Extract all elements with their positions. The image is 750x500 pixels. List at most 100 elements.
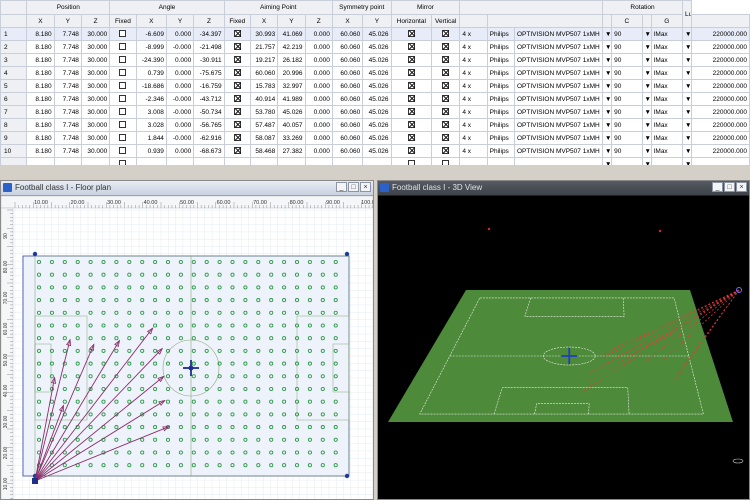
new-row[interactable]: ▼ ▼ ▼ (0, 157, 750, 165)
chevron-down-icon[interactable]: ▼ (645, 57, 651, 64)
table-row[interactable]: 5 8.180 7.748 30.000 -18.686 0.000 -16.759 15.7… (0, 79, 750, 93)
chevron-down-icon[interactable]: ▼ (685, 122, 691, 129)
chevron-down-icon[interactable]: ▼ (685, 96, 691, 103)
chevron-down-icon[interactable]: ▼ (605, 109, 611, 116)
luminous-flux-cell[interactable]: 220000.000 (691, 40, 750, 54)
position-z-cell[interactable]: 30.000 (80, 92, 111, 106)
col-rotation-g[interactable]: G (650, 14, 683, 28)
aim-x-cell[interactable]: 15.783 (249, 79, 279, 93)
angle-fixed-checkbox[interactable] (119, 56, 127, 64)
position-x-cell[interactable]: 8.180 (26, 27, 55, 41)
3d-view-canvas[interactable] (378, 196, 749, 500)
position-y-cell[interactable]: 7.748 (53, 118, 82, 132)
model-cell[interactable]: OPTIVISION MVP507 1xMH (513, 27, 604, 41)
empty-cell[interactable] (513, 157, 604, 165)
quantity-cell[interactable]: 4 x (459, 118, 488, 132)
angle-z-cell[interactable]: -56.765 (193, 118, 225, 132)
col-mirror-vertical[interactable]: Vertical (431, 14, 461, 28)
luminous-flux-cell[interactable]: 220000.000 (691, 105, 750, 119)
brand-cell[interactable]: Philips (486, 105, 515, 119)
aim-fixed-checkbox-cell[interactable] (223, 79, 251, 93)
position-z-cell[interactable]: 30.000 (80, 118, 111, 132)
rotation-c-cell[interactable]: 90 (611, 144, 643, 158)
rotation-c-dropdown[interactable]: ▼ (641, 53, 652, 67)
sym-x-cell[interactable]: 60.060 (331, 66, 364, 80)
position-x-cell[interactable]: 8.180 (26, 40, 55, 54)
empty-cell[interactable] (193, 157, 225, 165)
mirror-vertical-checkbox[interactable] (442, 82, 450, 90)
mirror-horizontal-checkbox[interactable] (407, 30, 415, 38)
aim-y-cell[interactable]: 42.219 (277, 40, 306, 54)
sym-y-cell[interactable]: 45.026 (362, 66, 392, 80)
mirror-horizontal-checkbox[interactable] (407, 43, 415, 51)
angle-y-cell[interactable]: -0.000 (165, 40, 195, 54)
sym-x-cell[interactable]: 60.060 (331, 92, 364, 106)
aim-y-cell[interactable]: 26.182 (277, 53, 306, 67)
rotation-g-cell[interactable]: IMax (650, 40, 683, 54)
sym-y-cell[interactable]: 45.026 (362, 131, 392, 145)
luminous-flux-cell[interactable]: 220000.000 (691, 66, 750, 80)
aim-fixed-checkbox-cell[interactable] (223, 27, 251, 41)
angle-fixed-checkbox-cell[interactable] (109, 105, 137, 119)
col-mirror-horizontal[interactable]: Horizontal (390, 14, 433, 28)
maximize-button[interactable]: □ (724, 182, 735, 192)
rotation-c-cell[interactable]: 90 (611, 118, 643, 132)
mirror-vertical-cell[interactable] (431, 66, 461, 80)
brand-cell[interactable]: Philips (486, 66, 515, 80)
mirror-vertical-checkbox[interactable] (442, 134, 450, 142)
empty-cell[interactable] (249, 157, 279, 165)
luminous-flux-cell[interactable]: 220000.000 (691, 144, 750, 158)
table-row[interactable]: 8 8.180 7.748 30.000 3.028 0.000 -56.765 57.487… (0, 118, 750, 132)
mirror-horizontal-checkbox[interactable] (407, 69, 415, 77)
mirror-vertical-checkbox[interactable] (442, 108, 450, 116)
empty-cell[interactable] (611, 157, 643, 165)
position-y-cell[interactable]: 7.748 (53, 144, 82, 158)
angle-y-cell[interactable]: 0.000 (165, 27, 195, 41)
rotation-c-dropdown[interactable]: ▼ (641, 27, 652, 41)
empty-cell[interactable] (277, 157, 306, 165)
chevron-down-icon[interactable]: ▼ (605, 57, 611, 64)
mirror-vertical-cell[interactable] (431, 118, 461, 132)
position-y-cell[interactable]: 7.748 (53, 53, 82, 67)
position-y-cell[interactable]: 7.748 (53, 105, 82, 119)
sym-x-cell[interactable]: 60.060 (331, 40, 364, 54)
mirror-horizontal-checkbox[interactable] (407, 134, 415, 142)
col-angle-y[interactable]: Y (165, 14, 195, 28)
mirror-horizontal-cell[interactable] (390, 131, 433, 145)
aim-x-cell[interactable]: 19.217 (249, 53, 279, 67)
brand-cell[interactable]: Philips (486, 118, 515, 132)
aim-fixed-checkbox[interactable] (233, 82, 241, 90)
position-y-cell[interactable]: 7.748 (53, 79, 82, 93)
chevron-down-icon[interactable]: ▼ (645, 70, 651, 77)
rotation-g-cell[interactable]: IMax (650, 66, 683, 80)
rotation-c-cell[interactable]: 90 (611, 79, 643, 93)
angle-fixed-checkbox[interactable] (119, 108, 127, 116)
mirror-horizontal-cell[interactable] (390, 105, 433, 119)
angle-fixed-checkbox[interactable] (119, 82, 127, 90)
aim-y-cell[interactable]: 40.057 (277, 118, 306, 132)
angle-fixed-checkbox-cell[interactable] (109, 66, 137, 80)
position-y-cell[interactable]: 7.748 (53, 40, 82, 54)
position-x-cell[interactable]: 8.180 (26, 53, 55, 67)
aim-y-cell[interactable]: 41.069 (277, 27, 306, 41)
minimize-button[interactable]: _ (712, 182, 723, 192)
rotation-g-cell[interactable]: IMax (650, 118, 683, 132)
mirror-horizontal-cell[interactable] (390, 144, 433, 158)
chevron-down-icon[interactable]: ▼ (685, 148, 691, 155)
mirror-vertical-checkbox[interactable] (442, 56, 450, 64)
luminaire-dropdown[interactable]: ▼ (602, 79, 613, 93)
angle-y-cell[interactable]: 0.000 (165, 53, 195, 67)
quantity-cell[interactable]: 4 x (459, 66, 488, 80)
aim-fixed-checkbox-cell[interactable] (223, 40, 251, 54)
mirror-horizontal-cell[interactable] (390, 40, 433, 54)
col-position-y[interactable]: Y (53, 14, 82, 28)
aim-x-cell[interactable]: 21.757 (249, 40, 279, 54)
rotation-c-cell[interactable]: 90 (611, 105, 643, 119)
rotation-c-dropdown[interactable]: ▼ (641, 105, 652, 119)
luminaire-dropdown[interactable]: ▼ (602, 66, 613, 80)
aim-x-cell[interactable]: 30.993 (249, 27, 279, 41)
aim-x-cell[interactable]: 57.487 (249, 118, 279, 132)
luminous-flux-cell[interactable]: 220000.000 (691, 53, 750, 67)
sym-x-cell[interactable]: 60.060 (331, 131, 364, 145)
row-number[interactable]: 10 (0, 144, 28, 158)
